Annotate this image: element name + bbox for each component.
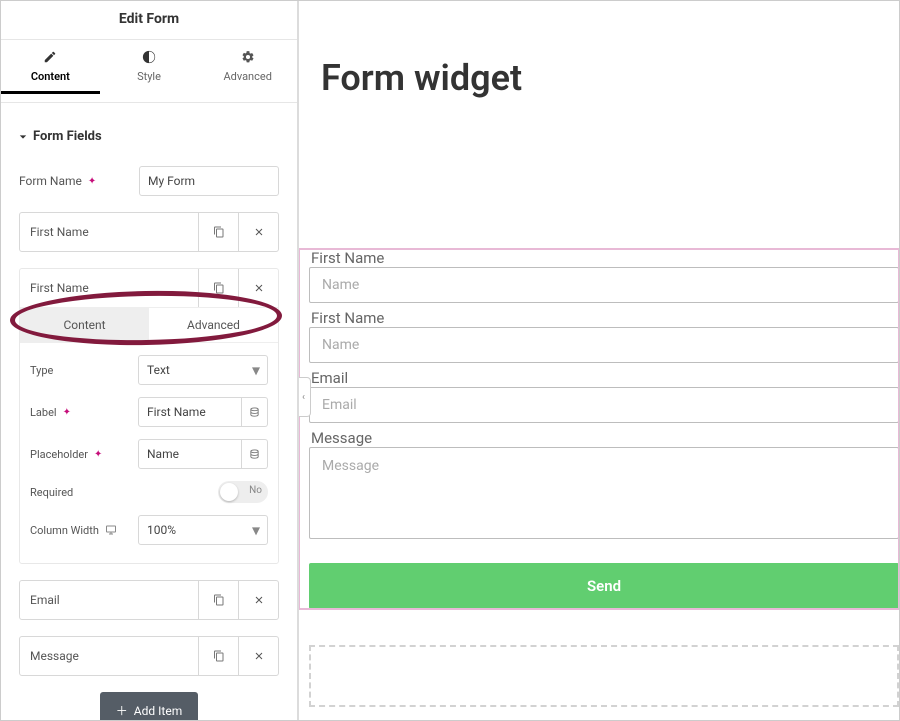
tab-content[interactable]: Content [1, 40, 100, 102]
field-item-email[interactable]: Email [19, 580, 279, 620]
close-icon [253, 594, 265, 606]
duplicate-button[interactable] [198, 581, 238, 619]
dynamic-db-button[interactable] [242, 439, 268, 469]
dynamic-db-button[interactable] [242, 397, 268, 427]
copy-icon [213, 650, 225, 662]
sidebar-title: Edit Form [1, 1, 297, 39]
delete-button[interactable] [238, 213, 278, 251]
form-field-label: Message [309, 429, 899, 447]
form-name-label: Form Name [19, 174, 82, 188]
toggle-knob [220, 483, 238, 501]
label-input[interactable] [138, 397, 242, 427]
inner-tab-advanced[interactable]: Advanced [149, 308, 278, 342]
duplicate-button[interactable] [198, 213, 238, 251]
field-item-label: First Name [20, 269, 198, 307]
type-select[interactable] [138, 355, 268, 385]
add-item-button[interactable]: ＋ Add Item [100, 692, 198, 720]
database-icon [249, 449, 260, 460]
inner-tab-content[interactable]: Content [20, 308, 149, 342]
form-field-label: Email [309, 369, 899, 387]
col-width-label: Column Width [30, 524, 99, 537]
dynamic-icon[interactable]: ✦ [63, 407, 71, 418]
field-item-label: Message [20, 637, 198, 675]
tab-advanced[interactable]: Advanced [198, 40, 297, 102]
dynamic-icon[interactable]: ✦ [94, 449, 102, 460]
copy-icon [213, 594, 225, 606]
tab-content-label: Content [31, 70, 70, 83]
database-icon [249, 407, 260, 418]
duplicate-button[interactable] [198, 269, 238, 307]
empty-section-placeholder[interactable] [309, 645, 899, 707]
gear-icon [241, 50, 255, 64]
send-button[interactable]: Send [309, 563, 899, 609]
form-message-textarea[interactable] [309, 447, 899, 539]
caret-down-icon [19, 133, 27, 141]
form-first-name-input-1[interactable] [309, 267, 899, 303]
desktop-icon[interactable] [105, 524, 117, 536]
plus-icon: ＋ [116, 702, 128, 719]
close-icon [253, 650, 265, 662]
field-item-header[interactable]: First Name [20, 269, 278, 308]
section-form-fields-label: Form Fields [33, 129, 102, 144]
tab-style[interactable]: Style [100, 40, 199, 102]
field-item-message[interactable]: Message [19, 636, 279, 676]
type-label: Type [30, 364, 53, 377]
form-first-name-input-2[interactable] [309, 327, 899, 363]
duplicate-button[interactable] [198, 637, 238, 675]
close-icon [253, 226, 265, 238]
close-icon [253, 282, 265, 294]
toggle-label: No [249, 485, 262, 496]
page-title: Form widget [321, 57, 899, 99]
tab-advanced-label: Advanced [223, 70, 271, 83]
preview-area: ‹ Form widget First Name First Name Emai… [299, 1, 899, 720]
tab-style-label: Style [137, 70, 161, 83]
chevron-left-icon: ‹ [302, 392, 305, 403]
placeholder-input[interactable] [138, 439, 242, 469]
form-field-label: First Name [309, 249, 899, 267]
main-tabs: Content Style Advanced [1, 39, 297, 103]
field-item-first-name-1[interactable]: First Name [19, 212, 279, 252]
form-email-input[interactable] [309, 387, 899, 423]
col-width-select[interactable] [138, 515, 268, 545]
copy-icon [213, 226, 225, 238]
field-item-label: First Name [20, 213, 198, 251]
form-name-input[interactable] [139, 166, 279, 196]
field-item-first-name-2: First Name Content Advanced Type [19, 268, 279, 564]
delete-button[interactable] [238, 269, 278, 307]
collapse-sidebar-button[interactable]: ‹ [299, 377, 311, 417]
required-label: Required [30, 486, 73, 499]
copy-icon [213, 282, 225, 294]
add-item-label: Add Item [134, 704, 182, 718]
dynamic-icon[interactable]: ✦ [88, 176, 96, 187]
half-circle-icon [142, 50, 156, 64]
form-widget-preview[interactable]: First Name First Name Email Message Send [299, 249, 899, 609]
delete-button[interactable] [238, 581, 278, 619]
section-form-fields[interactable]: Form Fields [19, 115, 279, 144]
field-item-label: Email [20, 581, 198, 619]
label-label: Label [30, 406, 57, 419]
pencil-icon [43, 50, 57, 64]
placeholder-label: Placeholder [30, 448, 88, 461]
delete-button[interactable] [238, 637, 278, 675]
editor-sidebar: Edit Form Content Style Advanced Form Fi… [1, 1, 299, 720]
required-toggle[interactable]: No [218, 481, 268, 503]
form-field-label: First Name [309, 309, 899, 327]
